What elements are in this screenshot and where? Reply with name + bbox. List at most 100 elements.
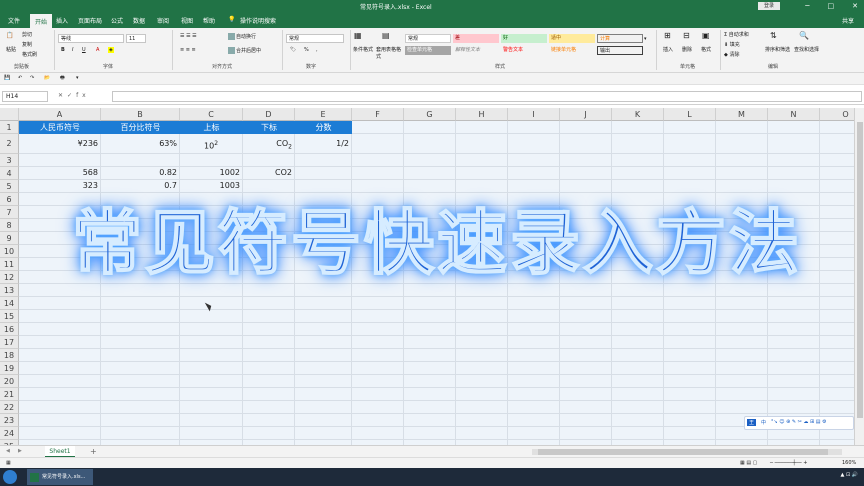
row-header-14[interactable]: 14 [0, 297, 19, 310]
autosum-button[interactable]: Σ 自动求和 [724, 31, 749, 38]
tab-formulas[interactable]: 公式 [111, 16, 123, 25]
underline-button[interactable]: U [82, 47, 86, 53]
customize-qat-icon[interactable]: ▾ [76, 75, 79, 81]
row-header-5[interactable]: 5 [0, 180, 19, 193]
format-painter-button[interactable]: 格式刷 [22, 51, 37, 58]
vertical-scroll-thumb[interactable] [857, 122, 863, 418]
cell-e1[interactable]: 分数 [295, 121, 352, 134]
clear-button[interactable]: ◆ 清除 [724, 51, 739, 58]
cell-b2[interactable]: 63% [101, 134, 180, 154]
minimize-icon[interactable]: ─ [805, 2, 809, 10]
row-header-17[interactable]: 17 [0, 336, 19, 349]
row-header-10[interactable]: 10 [0, 245, 19, 258]
tab-home[interactable]: 开始 [30, 14, 53, 28]
bold-button[interactable]: B [61, 47, 65, 53]
sort-filter-button[interactable]: 排序和筛选 [765, 46, 790, 53]
open-icon[interactable]: 📂 [44, 75, 50, 81]
share-button[interactable]: 共享 [842, 16, 854, 25]
cell-a2[interactable]: ¥236 [19, 134, 101, 154]
start-button[interactable] [3, 470, 17, 484]
format-cells-icon[interactable]: ▣ [702, 31, 710, 40]
tab-review[interactable]: 审阅 [157, 16, 169, 25]
cut-button[interactable]: 剪切 [22, 31, 32, 38]
column-header-g[interactable]: G [404, 108, 456, 121]
row-header-22[interactable]: 22 [0, 401, 19, 414]
cell-e2[interactable]: 1/2 [295, 134, 352, 154]
row-header-3[interactable]: 3 [0, 154, 19, 167]
row-header-20[interactable]: 20 [0, 375, 19, 388]
tab-insert[interactable]: 插入 [56, 16, 68, 25]
ime-toolbar[interactable]: 王 中 °↘ ☺ ⊕ ✎ ✂ ☁ ⊞ ▤ ⚙ [744, 416, 854, 430]
vertical-scrollbar[interactable] [854, 108, 864, 445]
cell-a1[interactable]: 人民币符号 [19, 121, 101, 134]
table-format-icon[interactable]: ▤ [382, 31, 390, 40]
insert-cells-icon[interactable]: ⊞ [664, 31, 671, 40]
row-header-13[interactable]: 13 [0, 284, 19, 297]
style-good[interactable]: 好 [501, 34, 547, 43]
horizontal-scrollbar[interactable] [532, 449, 842, 455]
number-format-select[interactable]: 常规 [286, 34, 344, 43]
ime-mode[interactable]: 中 [761, 419, 766, 426]
cell-c2[interactable]: 102 [180, 134, 243, 154]
row-header-12[interactable]: 12 [0, 271, 19, 284]
tab-file[interactable]: 文件 [8, 16, 20, 25]
view-mode-icons[interactable]: ▦ ▤ ▢ [740, 460, 757, 466]
cell-b4[interactable]: 0.82 [101, 166, 180, 179]
percent-button[interactable]: % [304, 47, 309, 53]
delete-cells-button[interactable]: 删除 [682, 46, 692, 53]
column-header-l[interactable]: L [664, 108, 716, 121]
style-calculation[interactable]: 计算 [597, 34, 643, 43]
formula-input[interactable] [112, 91, 862, 102]
table-format-button[interactable]: 套用表格格式 [376, 46, 402, 60]
row-header-19[interactable]: 19 [0, 362, 19, 375]
style-linked-cell[interactable]: 链接单元格 [549, 46, 595, 55]
save-icon[interactable]: 💾 [4, 75, 10, 81]
row-header-8[interactable]: 8 [0, 219, 19, 232]
tab-view[interactable]: 视图 [181, 16, 193, 25]
row-header-24[interactable]: 24 [0, 427, 19, 440]
tab-data[interactable]: 数据 [133, 16, 145, 25]
column-header-b[interactable]: B [101, 108, 180, 121]
cell-d1[interactable]: 下标 [243, 121, 295, 134]
fx-icon[interactable]: ✕✓fx [58, 92, 90, 99]
ime-logo-icon[interactable]: 王 [747, 419, 757, 426]
cell-c1[interactable]: 上标 [180, 121, 243, 134]
cell-d2[interactable]: CO2 [243, 134, 295, 154]
system-tray-icons[interactable]: ▲ ⊡ 🔊 [841, 472, 858, 478]
row-header-18[interactable]: 18 [0, 349, 19, 362]
cell-c4[interactable]: 1002 [180, 166, 243, 179]
column-header-o[interactable]: O [820, 108, 854, 121]
style-explanatory[interactable]: 解释性文本 [453, 46, 499, 55]
align-left-icon[interactable]: ≡ ≡ ≡ [180, 47, 196, 53]
align-top-icon[interactable]: ☰ ☰ ☰ [180, 33, 197, 39]
font-color-icon[interactable]: A [96, 47, 99, 53]
paste-button[interactable]: 粘贴 [6, 46, 16, 53]
currency-icon[interactable]: 🏷 [290, 47, 296, 53]
row-header-23[interactable]: 23 [0, 414, 19, 427]
style-output[interactable]: 输出 [597, 46, 643, 55]
row-header-7[interactable]: 7 [0, 206, 19, 219]
cell-a4[interactable]: 568 [19, 166, 101, 179]
zoom-level[interactable]: 160% [842, 460, 856, 466]
find-select-icon[interactable]: 🔍 [799, 31, 809, 40]
comma-button[interactable]: , [316, 47, 318, 53]
font-size-select[interactable]: 11 [126, 34, 146, 43]
login-button[interactable]: 登录 [758, 2, 781, 10]
column-header-f[interactable]: F [352, 108, 404, 121]
row-header-15[interactable]: 15 [0, 310, 19, 323]
column-header-d[interactable]: D [243, 108, 295, 121]
column-header-i[interactable]: I [508, 108, 560, 121]
row-header-9[interactable]: 9 [0, 232, 19, 245]
copy-button[interactable]: 复制 [22, 41, 32, 48]
wrap-text-button[interactable]: 自动换行 [228, 33, 256, 40]
select-all-corner[interactable] [0, 108, 19, 121]
taskbar-excel-app[interactable]: 常见符号录入.xls... [27, 469, 93, 485]
merge-center-button[interactable]: 合并后居中 [228, 47, 261, 54]
row-header-2[interactable]: 2 [0, 134, 19, 154]
tab-page-layout[interactable]: 页面布局 [78, 16, 102, 25]
style-normal[interactable]: 常规 [405, 34, 451, 43]
conditional-format-button[interactable]: 条件格式 [353, 46, 373, 53]
column-header-h[interactable]: H [456, 108, 508, 121]
prev-sheet-icon[interactable]: ◀ [6, 448, 10, 454]
style-neutral[interactable]: 适中 [549, 34, 595, 43]
